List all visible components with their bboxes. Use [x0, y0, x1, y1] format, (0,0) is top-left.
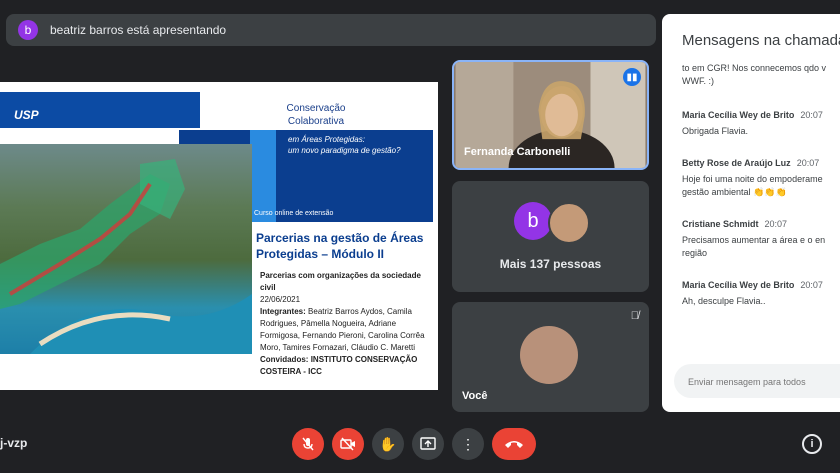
presenting-label: beatriz barros está apresentando [50, 23, 227, 37]
info-icon[interactable]: i [802, 434, 822, 454]
chat-message: Cristiane Schmidt 20:07 Precisamos aument… [682, 219, 826, 258]
more-options-button[interactable]: ⋮ [452, 428, 484, 460]
participant-tile-others[interactable]: b Mais 137 pessoas [452, 181, 649, 292]
chat-time: 20:07 [800, 280, 823, 290]
chat-input-container [674, 364, 840, 400]
more-vert-icon: ⋮ [461, 435, 475, 452]
camera-off-icon [340, 437, 355, 451]
mic-off-icon: 🎙̸ [630, 310, 639, 322]
slide-subtitle: em Áreas Protegidas: um novo paradigma d… [288, 135, 401, 155]
mic-off-icon [302, 437, 314, 451]
chat-message-continued: to em CGR! Nos connecemos qdo v WWF. :) [682, 63, 827, 86]
hang-up-icon [505, 441, 523, 448]
present-screen-icon [420, 437, 436, 450]
chat-time: 20:07 [800, 110, 823, 120]
present-button[interactable] [412, 428, 444, 460]
chat-sender: Betty Rose de Araújo Luz [682, 158, 791, 168]
chat-title: Mensagens na chamada [682, 32, 840, 49]
participant-tile-speaker[interactable]: ▮▮ Fernanda Carbonelli [452, 60, 649, 170]
chat-messages: to em CGR! Nos connecemos qdo v WWF. :) … [682, 62, 840, 328]
slide-course-label: Curso online de extensão [254, 210, 334, 217]
chat-time: 20:07 [764, 219, 788, 229]
camera-toggle-button[interactable] [332, 428, 364, 460]
presentation-banner: b beatriz barros está apresentando [6, 14, 656, 46]
self-name: Você [462, 390, 488, 402]
chat-panel: Mensagens na chamada to em CGR! Nos conn… [662, 14, 840, 412]
speaking-indicator-icon: ▮▮ [623, 68, 641, 86]
speaker-name: Fernanda Carbonelli [464, 146, 571, 158]
shared-slide: USP Conservação Colaborativa em Áreas Pr… [0, 82, 438, 390]
slide-heading: Parcerias na gestão de Áreas Protegidas … [256, 231, 424, 261]
chat-time: 20:07 [796, 158, 820, 168]
participant-photo-avatar [548, 202, 590, 244]
hand-icon: ✋ [379, 435, 397, 452]
aerial-map-image [0, 144, 252, 354]
raise-hand-button[interactable]: ✋ [372, 428, 404, 460]
chat-input[interactable] [686, 364, 840, 400]
more-people-label: Mais 137 pessoas [499, 257, 602, 271]
presenter-avatar: b [18, 20, 38, 40]
participant-tile-self[interactable]: 🎙̸ Você [452, 302, 649, 412]
chat-sender: Cristiane Schmidt [682, 219, 759, 229]
self-avatar [520, 326, 578, 384]
slide-accent-bar [250, 130, 276, 222]
usp-logo: USP [14, 108, 39, 122]
meeting-code: j-vzp [0, 436, 28, 450]
chat-sender: Maria Cecília Wey de Brito [682, 280, 795, 290]
chat-message: Maria Cecília Wey de Brito 20:07 Obrigada… [682, 110, 823, 136]
chat-message: Maria Cecília Wey de Brito 20:07 Ah, desc… [682, 280, 823, 306]
chat-sender: Maria Cecília Wey de Brito [682, 110, 795, 120]
leave-call-button[interactable] [492, 428, 536, 460]
slide-title: Conservação Colaborativa [286, 103, 346, 127]
slide-body: Parcerias com organizações da sociedade … [260, 271, 425, 376]
call-controls: ✋ ⋮ [292, 428, 536, 460]
chat-message: Betty Rose de Araújo Luz 20:07 Hoje foi u… [682, 158, 823, 197]
mic-toggle-button[interactable] [292, 428, 324, 460]
participant-avatar: b [514, 202, 552, 240]
